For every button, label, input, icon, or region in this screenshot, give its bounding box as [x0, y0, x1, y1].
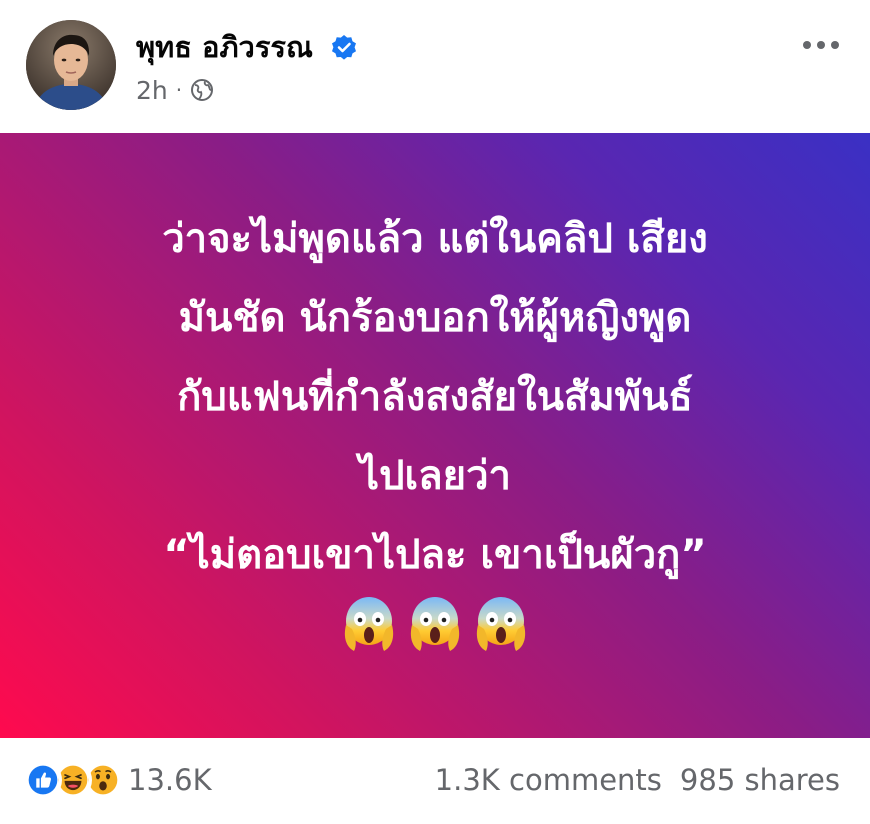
post-header: พุทธ อภิวรรณ 2h · — [0, 0, 870, 133]
author-avatar[interactable] — [26, 20, 116, 110]
post-text-line: มันชัด นักร้องบอกให้ผู้หญิงพูด — [178, 295, 692, 341]
author-name[interactable]: พุทธ อภิวรรณ — [136, 27, 313, 67]
engagement-stats: 1.3K comments 985 shares — [435, 760, 840, 800]
face-screaming-in-fear-icon — [344, 597, 394, 651]
post-text-line: ไปเลยว่า — [358, 453, 512, 499]
post-footer: 13.6K 1.3K comments 985 shares — [0, 738, 870, 824]
post-text-line: “ไม่ตอบเขาไปละ เขาเป็นผัวกู” — [163, 532, 707, 578]
emoji-row — [0, 595, 870, 653]
face-screaming-in-fear-icon — [476, 597, 526, 651]
post-text-line: ว่าจะไม่พูดแล้ว แต่ในคลิป เสียง — [162, 216, 708, 262]
reaction-count[interactable]: 13.6K — [128, 763, 212, 797]
post-text: ว่าจะไม่พูดแล้ว แต่ในคลิป เสียง มันชัด น… — [0, 200, 870, 595]
shares-count[interactable]: 985 shares — [680, 763, 840, 797]
verified-badge-icon — [332, 35, 356, 60]
reactions-summary[interactable]: 13.6K — [24, 760, 212, 800]
post-text-line: กับแฟนที่กำลังสงสัยในสัมพันธ์ — [177, 374, 693, 420]
comments-count[interactable]: 1.3K comments — [435, 763, 662, 797]
post-background-card[interactable]: ว่าจะไม่พูดแล้ว แต่ในคลิป เสียง มันชัด น… — [0, 133, 870, 738]
more-options-icon[interactable] — [799, 30, 843, 60]
face-screaming-in-fear-icon — [410, 597, 460, 651]
post-time[interactable]: 2h — [136, 76, 168, 105]
like-icon — [24, 761, 62, 799]
meta-separator: · — [175, 78, 183, 102]
globe-icon[interactable] — [190, 78, 214, 102]
post-meta: 2h · — [136, 74, 214, 106]
